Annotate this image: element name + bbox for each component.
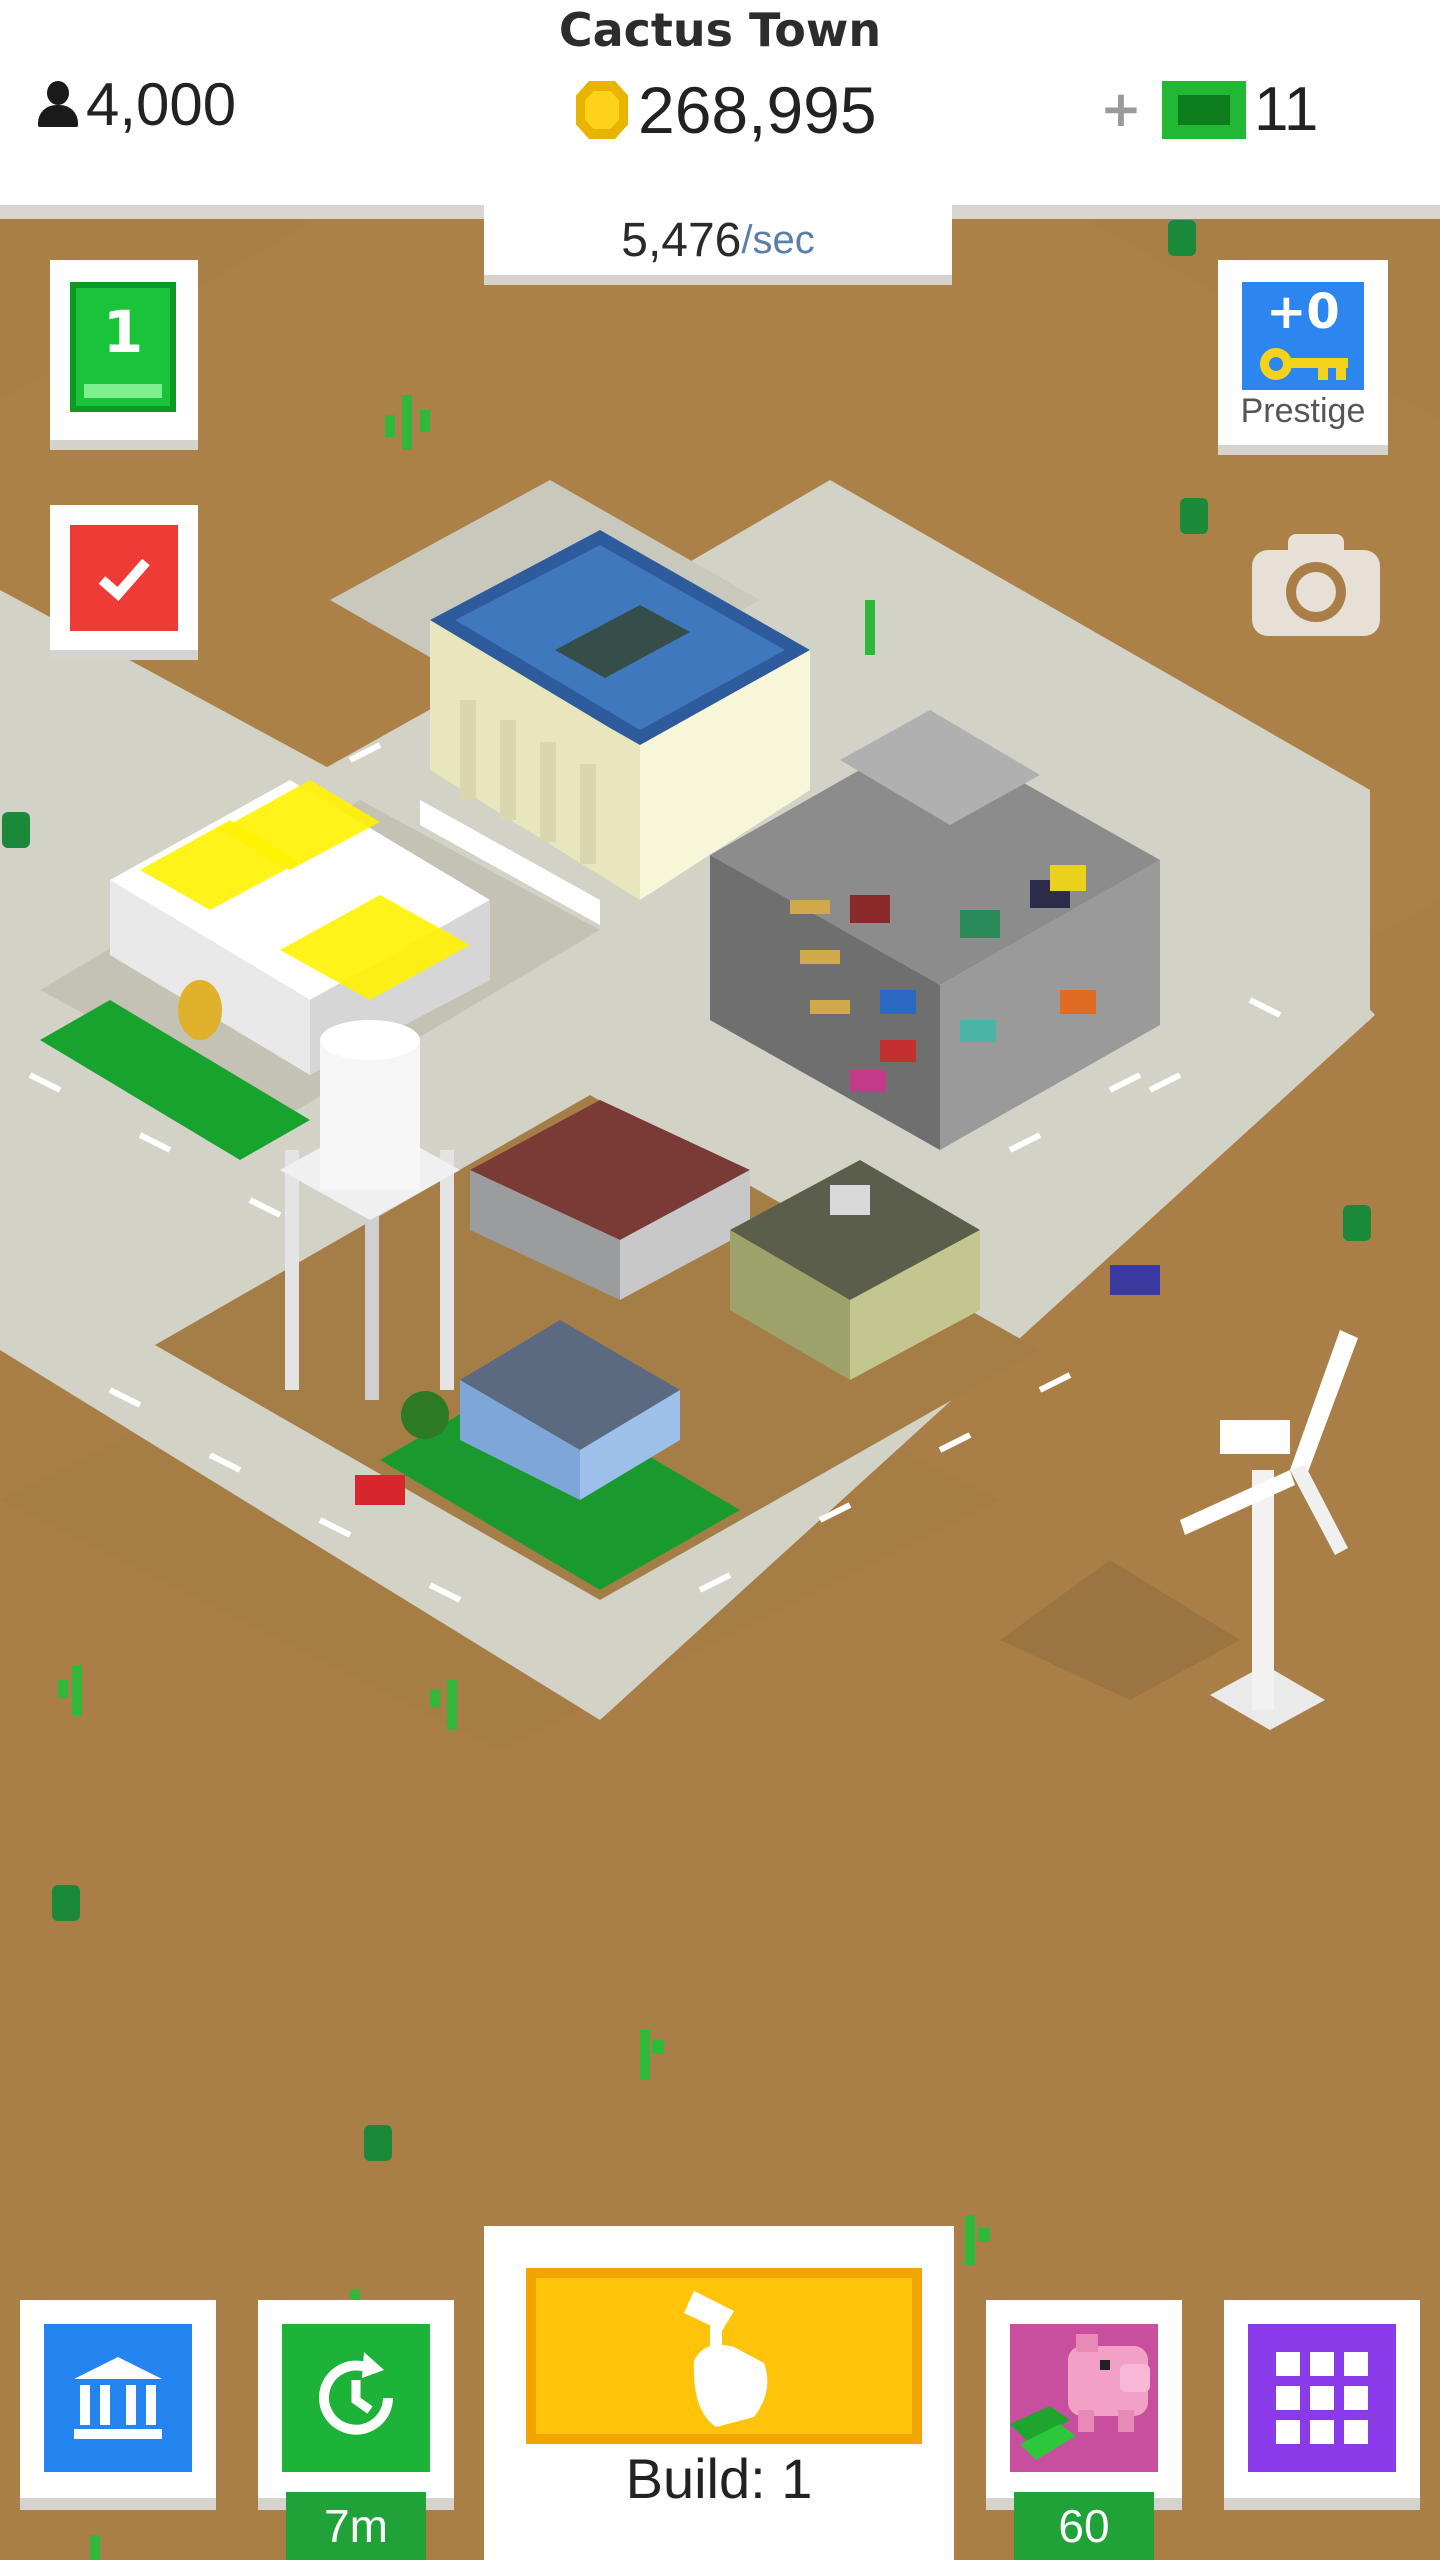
coins-display: 268,995 [576, 72, 877, 148]
time-warp-badge [282, 2324, 430, 2472]
town-name[interactable]: Cactus Town [0, 0, 1440, 60]
build-hand-icon [684, 2291, 768, 2427]
piggy-bank-icon [1010, 2334, 1150, 2460]
piggy-bank-button[interactable] [986, 2300, 1182, 2510]
level-badge: 1 [70, 282, 176, 412]
red-car [355, 1475, 405, 1505]
grid-icon [1276, 2352, 1368, 2444]
time-warp-timer: 7m [286, 2492, 426, 2560]
menu-grid-badge [1248, 2324, 1396, 2472]
income-rate-unit: /sec [741, 217, 815, 262]
cash-value: 11 [1254, 75, 1319, 144]
clock-icon [319, 2352, 393, 2435]
camera-icon [1252, 534, 1380, 636]
build-label: Build: 1 [625, 2447, 813, 2510]
prestige-badge: +0 [1242, 282, 1364, 390]
level-number: 1 [102, 298, 144, 366]
add-cash-button[interactable]: + [1100, 80, 1142, 138]
income-rate-value: 5,476 [621, 213, 742, 267]
camera-button[interactable] [1248, 528, 1384, 640]
wind-turbine [1000, 1330, 1358, 1730]
piggy-bank-badge [1010, 2324, 1158, 2472]
person-icon [36, 80, 80, 129]
level-button[interactable]: 1 [50, 260, 198, 450]
tasks-badge [70, 525, 178, 631]
bank-button[interactable] [20, 2300, 216, 2510]
menu-grid-button[interactable] [1224, 2300, 1420, 2510]
income-rate: 5,476 /sec [484, 205, 952, 285]
key-icon [1260, 348, 1348, 380]
build-button[interactable]: Build: 1 [484, 2226, 954, 2560]
build-badge [526, 2268, 922, 2444]
tasks-button[interactable] [50, 505, 198, 660]
cash-display[interactable]: 11 [1162, 74, 1318, 145]
bank-icon [74, 2357, 162, 2439]
population-display: 4,000 [36, 70, 236, 139]
time-warp-button[interactable] [258, 2300, 454, 2510]
blue-car [1110, 1265, 1160, 1295]
prestige-button[interactable]: +0 Prestige [1218, 260, 1388, 455]
bank-badge [44, 2324, 192, 2472]
checkmark-icon [98, 558, 150, 602]
coin-icon [576, 81, 628, 139]
piggy-bank-count: 60 [1014, 2492, 1154, 2560]
prestige-label: Prestige [1240, 392, 1366, 430]
population-value: 4,000 [86, 71, 237, 138]
cash-icon [1162, 80, 1246, 139]
prestige-value: +0 [1266, 284, 1340, 340]
coins-value: 268,995 [638, 73, 877, 147]
level-progress-bar [84, 384, 162, 398]
